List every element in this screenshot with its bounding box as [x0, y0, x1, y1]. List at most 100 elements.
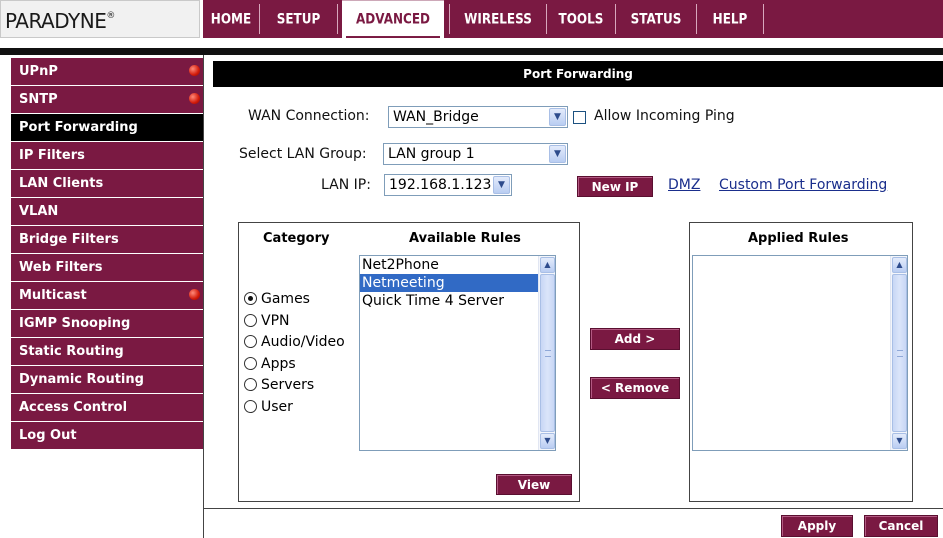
list-item[interactable]: Netmeeting: [360, 274, 538, 292]
sidebar-item-label: VLAN: [19, 204, 59, 219]
sidebar-item-label: SNTP: [19, 92, 58, 107]
sidebar-item-igmp-snooping[interactable]: IGMP Snooping: [11, 310, 203, 337]
chevron-down-icon[interactable]: ▼: [892, 433, 907, 449]
dmz-link[interactable]: DMZ: [668, 177, 700, 193]
footer-divider: [203, 508, 943, 509]
sidebar-item-log-out[interactable]: Log Out: [11, 422, 203, 449]
sidebar: UPnP SNTP Port Forwarding IP Filters LAN…: [11, 58, 203, 450]
available-rules-list[interactable]: Net2Phone Netmeeting Quick Time 4 Server…: [359, 255, 556, 451]
applied-rules-header: Applied Rules: [748, 231, 849, 246]
category-label: User: [261, 399, 293, 415]
tab-status[interactable]: STATUS: [616, 0, 696, 41]
category-label: Servers: [261, 377, 315, 393]
category-label: Apps: [261, 356, 296, 372]
header-spacer: [0, 38, 943, 48]
logo-text: PARADYNE: [5, 9, 107, 33]
sidebar-item-web-filters[interactable]: Web Filters: [11, 254, 203, 281]
sidebar-item-label: Static Routing: [19, 344, 124, 359]
radio-selected-icon[interactable]: [244, 292, 257, 305]
sidebar-item-label: IGMP Snooping: [19, 316, 131, 331]
lan-group-value: LAN group 1: [388, 146, 475, 162]
tab-advanced[interactable]: ADVANCED: [342, 0, 444, 41]
nav-divider: [763, 4, 764, 34]
chevron-down-icon[interactable]: ▼: [549, 145, 566, 163]
sidebar-item-access-control[interactable]: Access Control: [11, 394, 203, 421]
category-radio-audio-video[interactable]: Audio/Video: [244, 334, 345, 356]
allow-incoming-ping-label: Allow Incoming Ping: [594, 108, 735, 124]
remove-rule-button[interactable]: < Remove: [590, 377, 680, 399]
chevron-down-icon[interactable]: ▼: [549, 108, 566, 126]
tab-wireless[interactable]: WIRELESS: [450, 0, 546, 41]
category-radio-games[interactable]: Games: [244, 291, 310, 313]
top-bar: PARADYNE® HOME SETUP ADVANCED WIRELESS T…: [0, 0, 943, 41]
sidebar-item-dynamic-routing[interactable]: Dynamic Routing: [11, 366, 203, 393]
add-rule-button[interactable]: Add >: [590, 328, 680, 350]
view-button[interactable]: View: [496, 474, 572, 495]
radio-icon[interactable]: [244, 400, 257, 413]
tab-home[interactable]: HOME: [203, 0, 259, 41]
list-item[interactable]: Net2Phone: [360, 256, 555, 274]
category-radio-apps[interactable]: Apps: [244, 356, 296, 378]
sidebar-item-sntp[interactable]: SNTP: [11, 86, 203, 113]
radio-icon[interactable]: [244, 335, 257, 348]
available-rules-scrollbar[interactable]: ▲ ▼: [538, 256, 555, 450]
sidebar-item-label: Bridge Filters: [19, 232, 119, 247]
status-dot-icon: [189, 289, 200, 300]
logo-trademark: ®: [106, 11, 115, 21]
list-item[interactable]: Quick Time 4 Server: [360, 292, 555, 310]
allow-incoming-ping-checkbox[interactable]: [573, 111, 586, 124]
status-dot-icon: [189, 93, 200, 104]
main-nav: HOME SETUP ADVANCED WIRELESS TOOLS STATU…: [203, 0, 943, 41]
page-title: Port Forwarding: [213, 61, 943, 87]
category-radio-user[interactable]: User: [244, 399, 293, 421]
lan-ip-select[interactable]: 192.168.1.123 ▼: [384, 174, 512, 196]
paradyne-logo: PARADYNE®: [0, 0, 200, 38]
tab-tools[interactable]: TOOLS: [547, 0, 615, 41]
applied-rules-list[interactable]: ▲ ▼: [692, 255, 908, 451]
sidebar-item-label: Dynamic Routing: [19, 372, 144, 387]
sidebar-item-vlan[interactable]: VLAN: [11, 198, 203, 225]
sidebar-item-lan-clients[interactable]: LAN Clients: [11, 170, 203, 197]
content-divider: [203, 55, 204, 538]
new-ip-button[interactable]: New IP: [577, 176, 653, 197]
lan-ip-value: 192.168.1.123: [389, 177, 492, 193]
category-label: VPN: [261, 313, 290, 329]
sidebar-item-ip-filters[interactable]: IP Filters: [11, 142, 203, 169]
wan-connection-label: WAN Connection:: [248, 108, 370, 124]
sidebar-item-label: IP Filters: [19, 148, 85, 163]
category-header: Category: [263, 231, 330, 246]
tab-help[interactable]: HELP: [697, 0, 763, 41]
scrollbar-thumb[interactable]: [892, 274, 907, 432]
available-rules-header: Available Rules: [409, 231, 521, 246]
sidebar-item-port-forwarding[interactable]: Port Forwarding: [11, 114, 203, 141]
radio-icon[interactable]: [244, 378, 257, 391]
sidebar-item-label: Port Forwarding: [19, 120, 138, 135]
tab-setup[interactable]: SETUP: [260, 0, 337, 41]
cancel-button[interactable]: Cancel: [864, 515, 938, 537]
lan-ip-label: LAN IP:: [321, 177, 371, 193]
sidebar-item-bridge-filters[interactable]: Bridge Filters: [11, 226, 203, 253]
radio-icon[interactable]: [244, 314, 257, 327]
radio-icon[interactable]: [244, 357, 257, 370]
sidebar-item-multicast[interactable]: Multicast: [11, 282, 203, 309]
category-radio-vpn[interactable]: VPN: [244, 313, 290, 335]
lan-group-label: Select LAN Group:: [239, 146, 367, 162]
lan-group-select[interactable]: LAN group 1 ▼: [383, 143, 568, 165]
status-dot-icon: [189, 65, 200, 76]
sidebar-item-upnp[interactable]: UPnP: [11, 58, 203, 85]
scrollbar-thumb[interactable]: [540, 274, 555, 432]
apply-button[interactable]: Apply: [781, 515, 853, 537]
sidebar-item-label: Web Filters: [19, 260, 103, 275]
wan-connection-value: WAN_Bridge: [393, 109, 479, 125]
chevron-down-icon[interactable]: ▼: [540, 433, 555, 449]
chevron-up-icon[interactable]: ▲: [540, 257, 555, 273]
custom-port-forwarding-link[interactable]: Custom Port Forwarding: [719, 177, 887, 193]
sidebar-item-static-routing[interactable]: Static Routing: [11, 338, 203, 365]
category-radio-servers[interactable]: Servers: [244, 377, 314, 399]
chevron-up-icon[interactable]: ▲: [892, 257, 907, 273]
chevron-down-icon[interactable]: ▼: [493, 176, 510, 194]
applied-rules-scrollbar[interactable]: ▲ ▼: [890, 256, 907, 450]
wan-connection-select[interactable]: WAN_Bridge ▼: [388, 106, 568, 128]
header-rule: [0, 48, 943, 55]
sidebar-item-label: Multicast: [19, 288, 87, 303]
